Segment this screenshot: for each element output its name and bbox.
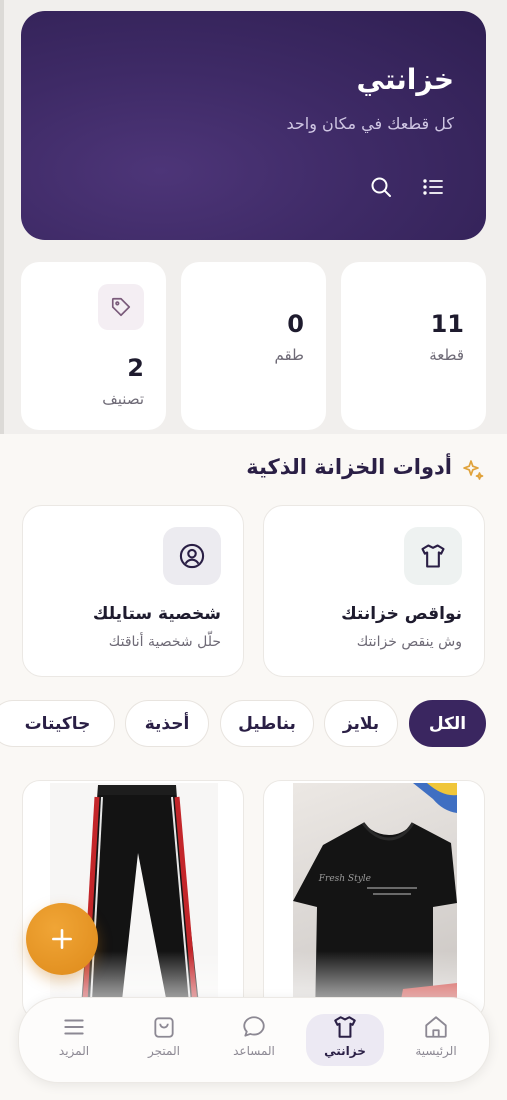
nav-label-more: المزيد	[58, 1044, 90, 1058]
stat-categories-value: 2	[127, 354, 144, 382]
search-button[interactable]	[365, 171, 397, 203]
plus-icon	[52, 929, 72, 949]
sparkle-icon	[463, 460, 484, 480]
svg-text:Fresh Style: Fresh Style	[318, 874, 371, 884]
track-pants-photo	[50, 783, 218, 1019]
stat-card-outfits[interactable]: 0 طقم	[181, 262, 326, 430]
tool-subtitle: وش ينقص خزانتك	[356, 634, 462, 650]
shirt-icon	[421, 544, 445, 568]
home-icon	[425, 1016, 447, 1038]
page-title: خزانتي	[356, 63, 454, 96]
filter-chip-pants[interactable]: بناطيل	[220, 700, 314, 747]
chat-icon	[243, 1016, 265, 1037]
nav-label-assistant: المساعد	[233, 1044, 275, 1058]
style-personality-card[interactable]: شخصية ستايلك حلّل شخصية أناقتك	[22, 505, 244, 677]
nav-item-store[interactable]: المتجر	[125, 1014, 203, 1066]
user-circle-icon	[179, 543, 205, 569]
tool-icon-box	[404, 527, 462, 585]
stat-outfits-label: طقم	[274, 346, 304, 364]
tool-title: نواقص خزانتك	[341, 604, 462, 624]
tool-icon-box	[163, 527, 221, 585]
item-card-pants[interactable]	[22, 780, 244, 1020]
nav-label-home: الرئيسية	[415, 1044, 457, 1058]
stat-outfits-value: 0	[287, 310, 304, 338]
tag-icon	[111, 297, 131, 317]
bottom-nav: الرئيسية خزانتي المساعد المتجر المزيد	[18, 997, 490, 1083]
item-card-tshirt[interactable]: Fresh Style	[263, 780, 485, 1020]
list-view-button[interactable]	[417, 171, 449, 203]
search-icon	[371, 177, 391, 197]
stat-items-label: قطعة	[429, 346, 464, 364]
shirt-icon	[334, 1016, 356, 1038]
menu-icon	[64, 1019, 84, 1035]
add-item-button[interactable]	[26, 903, 98, 975]
bag-icon	[154, 1017, 174, 1038]
hero-banner: خزانتي كل قطعك في مكان واحد	[21, 11, 486, 240]
filter-chip-tops[interactable]: بلايز	[324, 700, 398, 747]
nav-item-assistant[interactable]: المساعد	[215, 1014, 293, 1066]
stat-card-categories[interactable]: 2 تصنيف	[21, 262, 166, 430]
tool-subtitle: حلّل شخصية أناقتك	[108, 634, 221, 650]
stat-items-value: 11	[430, 310, 464, 338]
wardrobe-gaps-card[interactable]: نواقص خزانتك وش ينقص خزانتك	[263, 505, 485, 677]
nav-label-store: المتجر	[148, 1044, 180, 1058]
nav-item-more[interactable]: المزيد	[35, 1014, 113, 1066]
filter-chip-all[interactable]: الكل	[409, 700, 486, 747]
t-shirt-photo: Fresh Style	[293, 783, 457, 1019]
nav-label-wardrobe: خزانتي	[324, 1044, 366, 1058]
list-icon	[423, 179, 443, 195]
tool-title: شخصية ستايلك	[92, 604, 221, 624]
nav-item-home[interactable]: الرئيسية	[397, 1014, 475, 1066]
stat-categories-label: تصنيف	[102, 390, 144, 408]
tag-icon-box	[98, 284, 144, 330]
nav-item-wardrobe[interactable]: خزانتي	[306, 1014, 384, 1066]
filter-chip-jackets[interactable]: جاكيتات	[0, 700, 115, 747]
filter-chip-shoes[interactable]: أحذية	[125, 700, 209, 747]
page-subtitle: كل قطعك في مكان واحد	[286, 114, 454, 133]
section-title-smart-tools: أدوات الخزانة الذكية	[246, 455, 452, 479]
stat-card-items[interactable]: 11 قطعة	[341, 262, 486, 430]
